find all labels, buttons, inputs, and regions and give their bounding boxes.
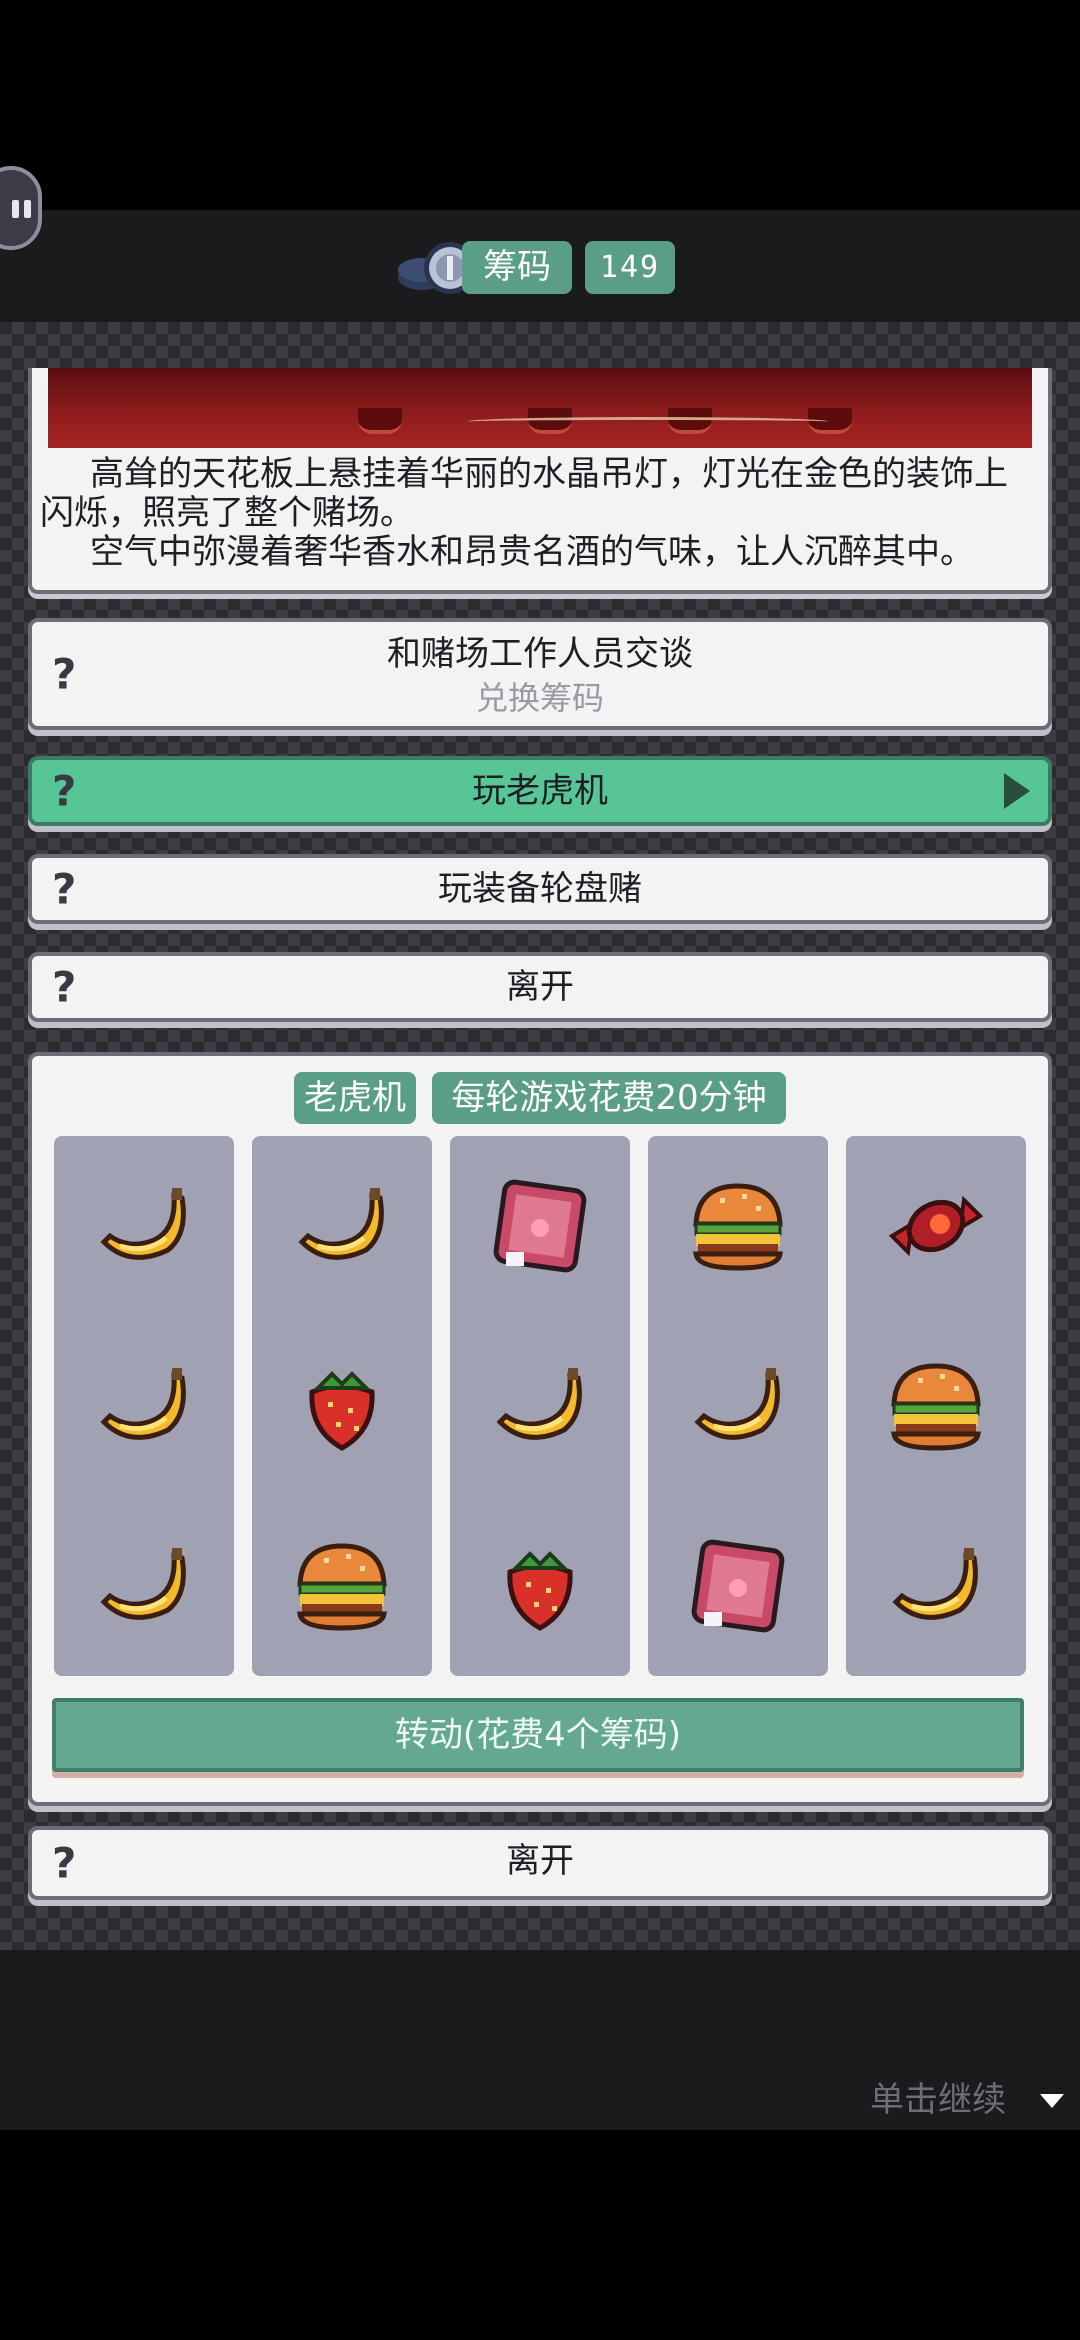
option-leave[interactable]: ? 离开: [28, 1826, 1052, 1900]
banana-icon: [90, 1532, 198, 1640]
play-arrow-icon: [1004, 773, 1030, 809]
option-sublabel: 兑换筹码: [475, 679, 604, 717]
gem-icon: [684, 1532, 792, 1640]
banana-icon: [90, 1172, 198, 1280]
bar-rail: [468, 417, 828, 426]
gem-icon: [486, 1172, 594, 1280]
strawberry-icon: [288, 1352, 396, 1460]
down-arrow-icon: [1040, 2094, 1064, 2108]
click-to-continue[interactable]: 单击继续: [870, 2078, 1006, 2122]
option-label: 离开: [506, 1841, 574, 1881]
story-line: 空气中弥漫着奢华香水和昂贵名酒的气味，让人沉醉其中。: [90, 532, 974, 572]
chip-count: 149: [585, 241, 675, 294]
option-label: 玩老虎机: [472, 771, 608, 811]
bar-stool: [358, 408, 402, 434]
option-talk-staff[interactable]: ? 和赌场工作人员交谈 兑换筹码: [28, 618, 1052, 730]
burger-icon: [684, 1172, 792, 1280]
option-label: 玩装备轮盘赌: [438, 869, 642, 909]
question-mark-icon: ?: [52, 864, 77, 914]
chip-label: 筹码: [462, 241, 572, 294]
story-text: 高耸的天花板上悬挂着华丽的水晶吊灯，灯光在金色的装饰上闪烁，照亮了整个赌场。 空…: [40, 455, 1040, 572]
burger-icon: [882, 1352, 990, 1460]
option-leave[interactable]: ? 离开: [28, 952, 1052, 1022]
question-mark-icon: ?: [52, 1838, 77, 1888]
option-play-roulette[interactable]: ? 玩装备轮盘赌: [28, 854, 1052, 924]
strawberry-icon: [486, 1532, 594, 1640]
spin-button[interactable]: 转动(花费4个筹码): [52, 1698, 1024, 1772]
question-mark-icon: ?: [52, 766, 77, 816]
pause-icon-left: [12, 200, 19, 218]
pause-icon-right: [24, 200, 31, 218]
slot-title-tag: 老虎机: [294, 1072, 416, 1124]
banana-icon: [90, 1352, 198, 1460]
pause-button[interactable]: [0, 166, 42, 250]
slot-cost-tag: 每轮游戏花费20分钟: [432, 1072, 786, 1124]
banana-icon: [684, 1352, 792, 1460]
banana-icon: [882, 1532, 990, 1640]
banana-icon: [486, 1352, 594, 1460]
story-line: 高耸的天花板上悬挂着华丽的水晶吊灯，灯光在金色的装饰上闪烁，照亮了整个赌场。: [40, 454, 1008, 533]
option-play-slots[interactable]: ? 玩老虎机: [28, 756, 1052, 826]
option-label: 和赌场工作人员交谈: [387, 634, 693, 674]
candy-icon: [882, 1172, 990, 1280]
burger-icon: [288, 1532, 396, 1640]
option-label: 离开: [506, 967, 574, 1007]
casino-scene-image: [48, 368, 1032, 448]
banana-icon: [288, 1172, 396, 1280]
question-mark-icon: ?: [52, 962, 77, 1012]
question-mark-icon: ?: [52, 649, 77, 699]
